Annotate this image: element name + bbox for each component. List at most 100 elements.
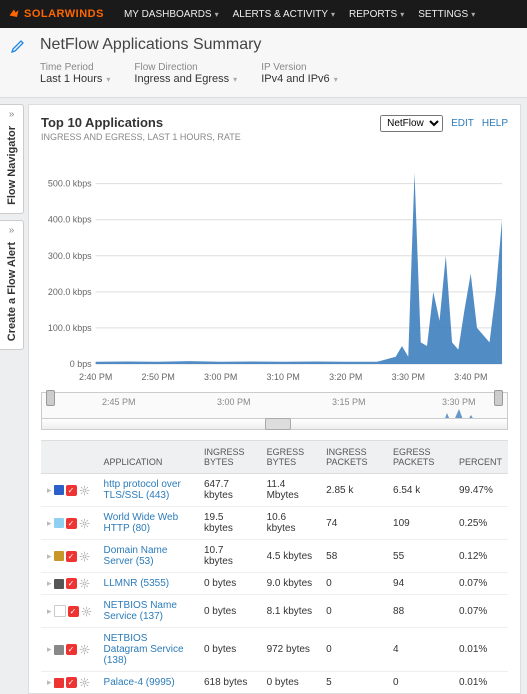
flow-type-select[interactable]: NetFlow xyxy=(380,115,443,132)
filter-2[interactable]: IP VersionIPv4 and IPv6 ▾ xyxy=(261,62,338,85)
gear-icon[interactable] xyxy=(79,644,90,655)
table-row: ▸✓Palace-4 (9995)618 bytes0 bytes500.01% xyxy=(41,672,508,694)
brand-icon xyxy=(8,8,20,20)
row-checkbox[interactable]: ✓ xyxy=(66,485,77,496)
filter-0[interactable]: Time PeriodLast 1 Hours ▾ xyxy=(40,62,110,85)
chevron-down-icon: ▾ xyxy=(471,10,475,19)
svg-text:3:20 PM: 3:20 PM xyxy=(329,372,362,382)
svg-text:3:00 PM: 3:00 PM xyxy=(204,372,237,382)
color-swatch xyxy=(54,485,64,495)
col-5[interactable]: PERCENT xyxy=(453,441,508,474)
row-checkbox[interactable]: ✓ xyxy=(66,551,77,562)
top-bar: SOLARWINDS MY DASHBOARDS▾ ALERTS & ACTIVI… xyxy=(0,0,527,28)
expand-icon: » xyxy=(9,109,15,120)
table-row: ▸✓http protocol over TLS/SSL (443)647.7 … xyxy=(41,474,508,507)
svg-text:2:40 PM: 2:40 PM xyxy=(79,372,112,382)
table-row: ▸✓LLMNR (5355)0 bytes9.0 kbytes0940.07% xyxy=(41,573,508,595)
color-swatch xyxy=(54,551,64,561)
svg-text:500.0 kbps: 500.0 kbps xyxy=(48,179,92,189)
filter-1[interactable]: Flow DirectionIngress and Egress ▾ xyxy=(134,62,237,85)
app-link[interactable]: Palace-4 (9995) xyxy=(104,677,175,688)
color-swatch xyxy=(54,645,64,655)
gear-icon[interactable] xyxy=(79,677,90,688)
expand-icon: » xyxy=(9,225,15,236)
svg-text:3:30 PM: 3:30 PM xyxy=(392,372,425,382)
expand-row-icon[interactable]: ▸ xyxy=(47,551,52,562)
gear-icon[interactable] xyxy=(81,606,92,617)
app-link[interactable]: NETBIOS Datagram Service (138) xyxy=(104,633,184,666)
pencil-icon[interactable] xyxy=(10,38,26,57)
row-checkbox[interactable]: ✓ xyxy=(66,518,77,529)
expand-row-icon[interactable]: ▸ xyxy=(47,578,52,589)
filter-row: Time PeriodLast 1 Hours ▾ Flow DirectionI… xyxy=(40,62,515,85)
nav-item-0[interactable]: MY DASHBOARDS▾ xyxy=(124,9,219,20)
chevron-down-icon: ▾ xyxy=(334,75,338,84)
app-link[interactable]: World Wide Web HTTP (80) xyxy=(104,512,179,534)
app-link[interactable]: Domain Name Server (53) xyxy=(104,545,168,567)
color-swatch xyxy=(54,678,64,688)
brand-logo: SOLARWINDS xyxy=(8,8,104,20)
table-row: ▸✓NETBIOS Datagram Service (138)0 bytes9… xyxy=(41,628,508,672)
chevron-down-icon: ▾ xyxy=(331,10,335,19)
table-row: ▸✓NETBIOS Name Service (137)0 bytes8.1 k… xyxy=(41,595,508,628)
chevron-down-icon: ▾ xyxy=(106,75,110,84)
help-link[interactable]: HELP xyxy=(482,118,508,129)
expand-row-icon[interactable]: ▸ xyxy=(47,644,52,655)
traffic-chart: 0 bps 100.0 kbps 200.0 kbps 300.0 kbps 400.0… xyxy=(41,156,508,386)
col-1[interactable]: INGRESS BYTES xyxy=(198,441,261,474)
color-swatch xyxy=(54,518,64,528)
page-title: NetFlow Applications Summary xyxy=(40,36,515,54)
time-range-slider[interactable]: 2:45 PM 3:00 PM 3:15 PM 3:30 PM xyxy=(41,392,508,430)
top-applications-panel: Top 10 Applications INGRESS AND EGRESS, … xyxy=(28,104,521,694)
range-handle-left[interactable] xyxy=(46,390,55,406)
gear-icon[interactable] xyxy=(79,551,90,562)
tab-create-flow-alert[interactable]: » Create a Flow Alert xyxy=(0,220,24,350)
app-link[interactable]: http protocol over TLS/SSL (443) xyxy=(104,479,181,501)
svg-text:400.0 kbps: 400.0 kbps xyxy=(48,215,92,225)
edit-link[interactable]: EDIT xyxy=(451,118,474,129)
gear-icon[interactable] xyxy=(79,518,90,529)
svg-text:3:40 PM: 3:40 PM xyxy=(454,372,487,382)
chevron-down-icon: ▾ xyxy=(233,75,237,84)
app-link[interactable]: LLMNR (5355) xyxy=(104,578,170,589)
gear-icon[interactable] xyxy=(79,485,90,496)
svg-text:300.0 kbps: 300.0 kbps xyxy=(48,251,92,261)
svg-text:2:50 PM: 2:50 PM xyxy=(142,372,175,382)
expand-row-icon[interactable]: ▸ xyxy=(47,606,52,617)
panel-title: Top 10 Applications xyxy=(41,115,241,130)
color-swatch xyxy=(54,605,66,617)
nav-item-3[interactable]: SETTINGS▾ xyxy=(418,9,475,20)
chevron-down-icon: ▾ xyxy=(215,10,219,19)
col-0[interactable]: APPLICATION xyxy=(98,441,198,474)
table-row: ▸✓Domain Name Server (53)10.7 kbytes4.5 … xyxy=(41,540,508,573)
col-2[interactable]: EGRESS BYTES xyxy=(261,441,321,474)
top-nav: MY DASHBOARDS▾ ALERTS & ACTIVITY▾ REPORTS▾… xyxy=(124,9,475,20)
expand-row-icon[interactable]: ▸ xyxy=(47,485,52,496)
nav-item-1[interactable]: ALERTS & ACTIVITY▾ xyxy=(233,9,335,20)
svg-text:200.0 kbps: 200.0 kbps xyxy=(48,287,92,297)
app-link[interactable]: NETBIOS Name Service (137) xyxy=(104,600,177,622)
row-checkbox[interactable]: ✓ xyxy=(66,677,77,688)
row-checkbox[interactable]: ✓ xyxy=(68,606,79,617)
applications-table: APPLICATIONINGRESS BYTESEGRESS BYTESINGR… xyxy=(41,440,508,693)
col-4[interactable]: EGRESS PACKETS xyxy=(387,441,453,474)
nav-item-2[interactable]: REPORTS▾ xyxy=(349,9,404,20)
range-handle-right[interactable] xyxy=(494,390,503,406)
svg-text:0 bps: 0 bps xyxy=(70,359,92,369)
row-checkbox[interactable]: ✓ xyxy=(66,644,77,655)
expand-row-icon[interactable]: ▸ xyxy=(47,518,52,529)
gear-icon[interactable] xyxy=(79,578,90,589)
col-3[interactable]: INGRESS PACKETS xyxy=(320,441,387,474)
page-header: NetFlow Applications Summary Time Period… xyxy=(0,28,527,98)
side-tabs: » Flow Navigator » Create a Flow Alert xyxy=(0,98,24,694)
svg-text:100.0 kbps: 100.0 kbps xyxy=(48,323,92,333)
tab-flow-navigator[interactable]: » Flow Navigator xyxy=(0,104,24,214)
expand-row-icon[interactable]: ▸ xyxy=(47,677,52,688)
row-checkbox[interactable]: ✓ xyxy=(66,578,77,589)
svg-text:3:10 PM: 3:10 PM xyxy=(267,372,300,382)
range-scroll-thumb[interactable] xyxy=(265,418,291,430)
table-row: ▸✓World Wide Web HTTP (80)19.5 kbytes10.… xyxy=(41,507,508,540)
chevron-down-icon: ▾ xyxy=(400,10,404,19)
color-swatch xyxy=(54,579,64,589)
panel-subtitle: INGRESS AND EGRESS, LAST 1 HOURS, RATE xyxy=(41,132,241,142)
